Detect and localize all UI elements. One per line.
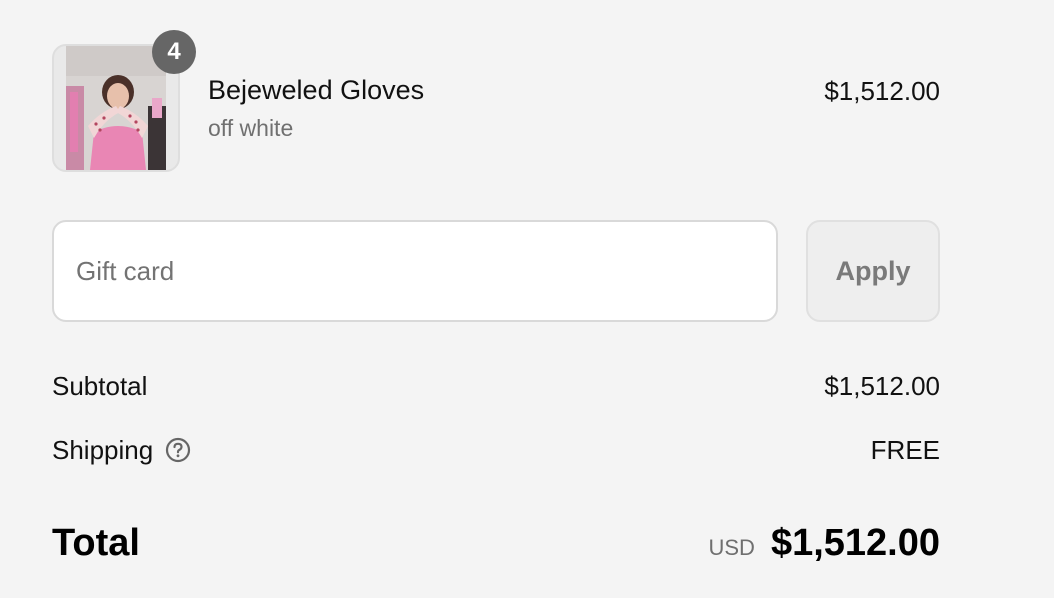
item-details: Bejeweled Gloves off white	[208, 73, 824, 143]
subtotal-row: Subtotal $1,512.00	[52, 366, 940, 406]
gift-card-input[interactable]	[52, 220, 778, 322]
total-label: Total	[52, 522, 140, 564]
product-photo	[66, 46, 166, 170]
subtotal-label: Subtotal	[52, 370, 148, 401]
total-amount-group: USD $1,512.00	[708, 522, 940, 565]
item-name: Bejeweled Gloves	[208, 75, 425, 105]
quantity-badge: 4	[152, 30, 196, 74]
shipping-label-group: Shipping	[52, 435, 191, 466]
shipping-row: Shipping FREE	[52, 430, 940, 470]
item-variant: off white	[208, 115, 294, 141]
line-item: 4 Bejeweled Gloves off white $1,512.00	[52, 30, 940, 172]
question-circle-icon[interactable]	[165, 437, 191, 463]
order-summary: 4 Bejeweled Gloves off white $1,512.00 A…	[52, 30, 940, 572]
apply-button[interactable]: Apply	[806, 220, 940, 322]
subtotal-value: $1,512.00	[824, 370, 940, 401]
total-value: $1,512.00	[770, 522, 940, 564]
product-thumbnail: 4	[52, 30, 196, 172]
item-price: $1,512.00	[824, 76, 940, 106]
shipping-value: FREE	[870, 434, 940, 465]
gift-card-row: Apply	[52, 220, 940, 322]
shipping-label: Shipping	[52, 434, 154, 465]
currency-code: USD	[708, 535, 755, 560]
total-row: Total USD $1,512.00	[52, 522, 940, 572]
